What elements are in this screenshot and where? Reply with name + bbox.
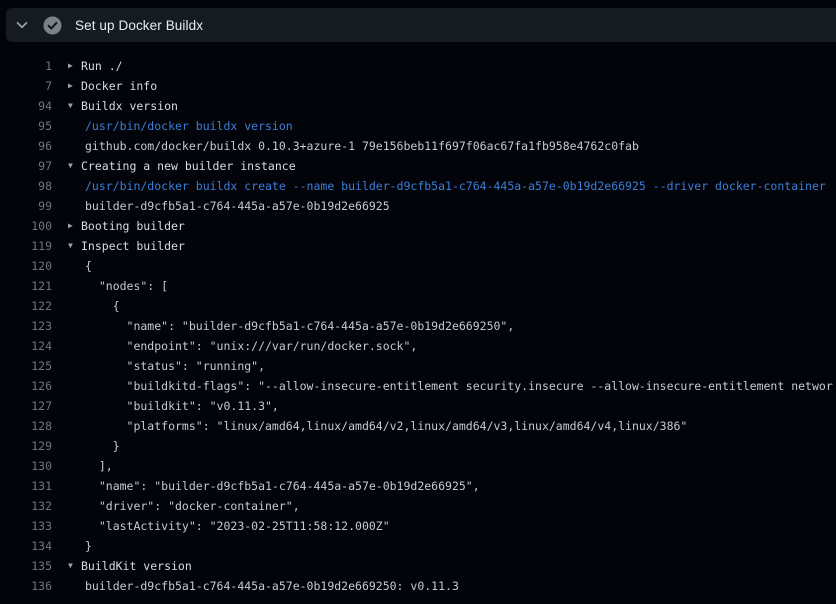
line-number[interactable]: 98	[0, 176, 52, 196]
log-line: 98/usr/bin/docker buildx create --name b…	[0, 176, 836, 196]
group-title[interactable]: BuildKit version	[81, 556, 192, 576]
log-line: 136 builder-d9cfb5a1-c764-445a-a57e-0b19d…	[0, 576, 836, 596]
line-number[interactable]: 120	[0, 256, 52, 276]
output-text: "endpoint": "unix:///var/run/docker.sock…	[85, 336, 417, 356]
line-number[interactable]: 134	[0, 536, 52, 556]
step-title: Set up Docker Buildx	[75, 18, 203, 33]
output-text: {	[85, 296, 120, 316]
caret-expanded-icon[interactable]: ▼	[52, 96, 81, 116]
output-text: "lastActivity": "2023-02-25T11:58:12.000…	[85, 516, 390, 536]
log-line: 134}	[0, 536, 836, 556]
output-text: "buildkitd-flags": "--allow-insecure-ent…	[85, 376, 833, 396]
line-number[interactable]: 127	[0, 396, 52, 416]
output-text: }	[85, 436, 120, 456]
output-text: "status": "running",	[85, 356, 265, 376]
log-line: 121 "nodes": [	[0, 276, 836, 296]
line-number[interactable]: 97	[0, 156, 52, 176]
log-line: 125 "status": "running",	[0, 356, 836, 376]
log-group-line[interactable]: 100▶Booting builder	[0, 216, 836, 236]
log-line: 131 "name": "builder-d9cfb5a1-c764-445a-…	[0, 476, 836, 496]
output-text: "platforms": "linux/amd64,linux/amd64/v2…	[85, 416, 687, 436]
caret-collapsed-icon[interactable]: ▶	[52, 216, 81, 236]
chevron-down-icon[interactable]	[14, 17, 30, 33]
output-text: "buildkit": "v0.11.3",	[85, 396, 279, 416]
line-number[interactable]: 94	[0, 96, 52, 116]
log-line: 132 "driver": "docker-container",	[0, 496, 836, 516]
line-number[interactable]: 135	[0, 556, 52, 576]
output-text: github.com/docker/buildx 0.10.3+azure-1 …	[85, 136, 639, 156]
caret-expanded-icon[interactable]: ▼	[52, 236, 81, 256]
output-text: builder-d9cfb5a1-c764-445a-a57e-0b19d2e6…	[85, 576, 459, 596]
line-number[interactable]: 133	[0, 516, 52, 536]
output-text: "driver": "docker-container",	[85, 496, 300, 516]
log-line: 126 "buildkitd-flags": "--allow-insecure…	[0, 376, 836, 396]
log-line: 128 "platforms": "linux/amd64,linux/amd6…	[0, 416, 836, 436]
output-text: }	[85, 536, 92, 556]
line-number[interactable]: 125	[0, 356, 52, 376]
step-header[interactable]: Set up Docker Buildx	[6, 8, 836, 42]
log-group-line[interactable]: 94▼Buildx version	[0, 96, 836, 116]
log-group-line[interactable]: 7▶Docker info	[0, 76, 836, 96]
line-number[interactable]: 99	[0, 196, 52, 216]
line-number[interactable]: 119	[0, 236, 52, 256]
caret-collapsed-icon[interactable]: ▶	[52, 56, 81, 76]
group-title[interactable]: Run ./	[81, 56, 123, 76]
log-group-line[interactable]: 119▼Inspect builder	[0, 236, 836, 256]
log-line: 123 "name": "builder-d9cfb5a1-c764-445a-…	[0, 316, 836, 336]
log-line: 127 "buildkit": "v0.11.3",	[0, 396, 836, 416]
line-number[interactable]: 96	[0, 136, 52, 156]
log-group-line[interactable]: 135▼BuildKit version	[0, 556, 836, 576]
line-number[interactable]: 100	[0, 216, 52, 236]
log-line: 130 ],	[0, 456, 836, 476]
line-number[interactable]: 129	[0, 436, 52, 456]
group-title[interactable]: Docker info	[81, 76, 157, 96]
line-number[interactable]: 128	[0, 416, 52, 436]
caret-expanded-icon[interactable]: ▼	[52, 556, 81, 576]
success-check-icon	[43, 16, 62, 35]
log-line: 122 {	[0, 296, 836, 316]
output-text: ],	[85, 456, 113, 476]
output-text: "nodes": [	[85, 276, 168, 296]
line-number[interactable]: 123	[0, 316, 52, 336]
line-number[interactable]: 121	[0, 276, 52, 296]
caret-collapsed-icon[interactable]: ▶	[52, 76, 81, 96]
command-text: /usr/bin/docker buildx create --name bui…	[85, 176, 826, 196]
log-viewer: 1▶Run ./7▶Docker info94▼Buildx version95…	[0, 42, 836, 604]
line-number[interactable]: 7	[0, 76, 52, 96]
log-line: 96 github.com/docker/buildx 0.10.3+azure-…	[0, 136, 836, 156]
actions-log-page: Set up Docker Buildx 1▶Run ./7▶Docker in…	[0, 0, 836, 604]
line-number[interactable]: 126	[0, 376, 52, 396]
output-text: {	[85, 256, 92, 276]
log-line: 129 }	[0, 436, 836, 456]
log-line: 95/usr/bin/docker buildx version	[0, 116, 836, 136]
line-number[interactable]: 136	[0, 576, 52, 596]
group-title[interactable]: Creating a new builder instance	[81, 156, 296, 176]
group-title[interactable]: Booting builder	[81, 216, 185, 236]
caret-expanded-icon[interactable]: ▼	[52, 156, 81, 176]
line-number[interactable]: 1	[0, 56, 52, 76]
line-number[interactable]: 131	[0, 476, 52, 496]
command-text: /usr/bin/docker buildx version	[85, 116, 293, 136]
line-number[interactable]: 132	[0, 496, 52, 516]
group-title[interactable]: Inspect builder	[81, 236, 185, 256]
log-group-line[interactable]: 97▼Creating a new builder instance	[0, 156, 836, 176]
line-number[interactable]: 130	[0, 456, 52, 476]
line-number[interactable]: 122	[0, 296, 52, 316]
line-number[interactable]: 124	[0, 336, 52, 356]
log-line: 99 builder-d9cfb5a1-c764-445a-a57e-0b19d2…	[0, 196, 836, 216]
line-number[interactable]: 95	[0, 116, 52, 136]
log-line: 124 "endpoint": "unix:///var/run/docker.…	[0, 336, 836, 356]
log-line: 120 {	[0, 256, 836, 276]
output-text: builder-d9cfb5a1-c764-445a-a57e-0b19d2e6…	[85, 196, 390, 216]
output-text: "name": "builder-d9cfb5a1-c764-445a-a57e…	[85, 476, 480, 496]
log-line: 133 "lastActivity": "2023-02-25T11:58:12…	[0, 516, 836, 536]
group-title[interactable]: Buildx version	[81, 96, 178, 116]
output-text: "name": "builder-d9cfb5a1-c764-445a-a57e…	[85, 316, 514, 336]
log-group-line[interactable]: 1▶Run ./	[0, 56, 836, 76]
